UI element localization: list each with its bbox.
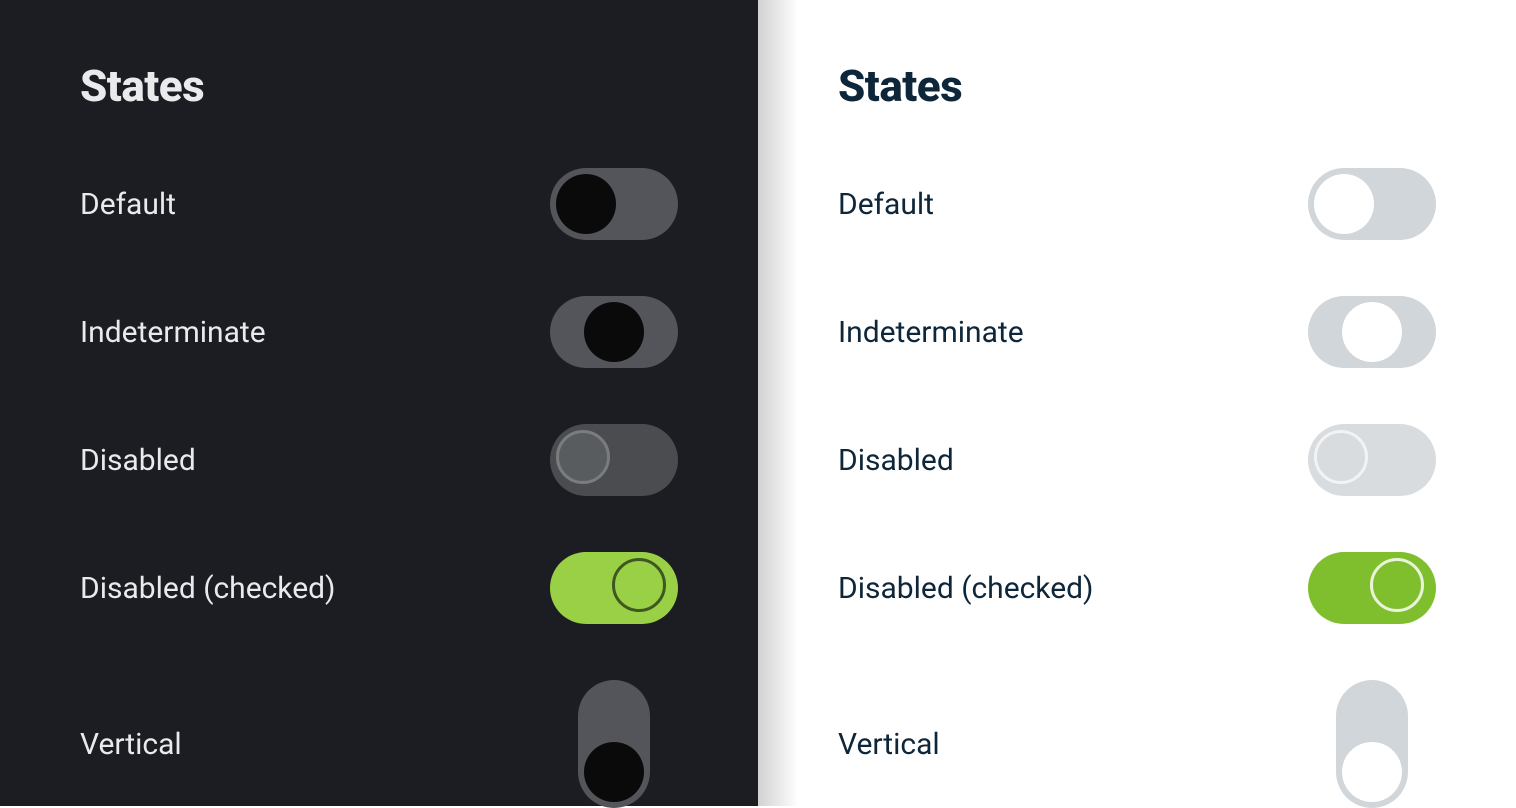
heading: States xyxy=(838,60,1436,112)
toggle-thumb xyxy=(1342,742,1402,802)
toggle-thumb xyxy=(1314,174,1374,234)
toggle-default[interactable] xyxy=(1308,168,1436,240)
toggle-disabled-checked xyxy=(550,552,678,624)
row-vertical: Vertical xyxy=(80,680,678,808)
toggle-vertical[interactable] xyxy=(1336,680,1408,808)
label-vertical: Vertical xyxy=(80,727,182,762)
row-indeterminate: Indeterminate xyxy=(838,296,1436,368)
row-disabled-checked: Disabled (checked) xyxy=(838,552,1436,624)
label-default: Default xyxy=(80,187,176,222)
label-disabled-checked: Disabled (checked) xyxy=(838,571,1093,606)
row-indeterminate: Indeterminate xyxy=(80,296,678,368)
toggle-thumb xyxy=(556,430,610,484)
vertical-toggle-wrap xyxy=(550,680,678,808)
label-disabled: Disabled xyxy=(838,443,954,478)
toggle-thumb xyxy=(584,302,644,362)
label-disabled-checked: Disabled (checked) xyxy=(80,571,335,606)
label-indeterminate: Indeterminate xyxy=(838,315,1024,350)
row-default: Default xyxy=(80,168,678,240)
toggle-indeterminate[interactable] xyxy=(550,296,678,368)
toggle-thumb xyxy=(1370,558,1424,612)
toggle-disabled-checked xyxy=(1308,552,1436,624)
toggle-disabled xyxy=(550,424,678,496)
label-disabled: Disabled xyxy=(80,443,196,478)
row-disabled-checked: Disabled (checked) xyxy=(80,552,678,624)
toggle-thumb xyxy=(556,174,616,234)
toggle-vertical[interactable] xyxy=(578,680,650,808)
dark-theme-panel: States Default Indeterminate Disabled Di… xyxy=(0,0,758,806)
row-default: Default xyxy=(838,168,1436,240)
vertical-toggle-wrap xyxy=(1308,680,1436,808)
row-vertical: Vertical xyxy=(838,680,1436,808)
toggle-thumb xyxy=(1342,302,1402,362)
row-disabled: Disabled xyxy=(838,424,1436,496)
toggle-disabled xyxy=(1308,424,1436,496)
label-vertical: Vertical xyxy=(838,727,940,762)
toggle-thumb xyxy=(1314,430,1368,484)
heading: States xyxy=(80,60,678,112)
toggle-thumb xyxy=(584,742,644,802)
toggle-default[interactable] xyxy=(550,168,678,240)
light-theme-panel: States Default Indeterminate Disabled Di… xyxy=(758,0,1516,806)
label-default: Default xyxy=(838,187,934,222)
label-indeterminate: Indeterminate xyxy=(80,315,266,350)
toggle-indeterminate[interactable] xyxy=(1308,296,1436,368)
toggle-thumb xyxy=(612,558,666,612)
row-disabled: Disabled xyxy=(80,424,678,496)
